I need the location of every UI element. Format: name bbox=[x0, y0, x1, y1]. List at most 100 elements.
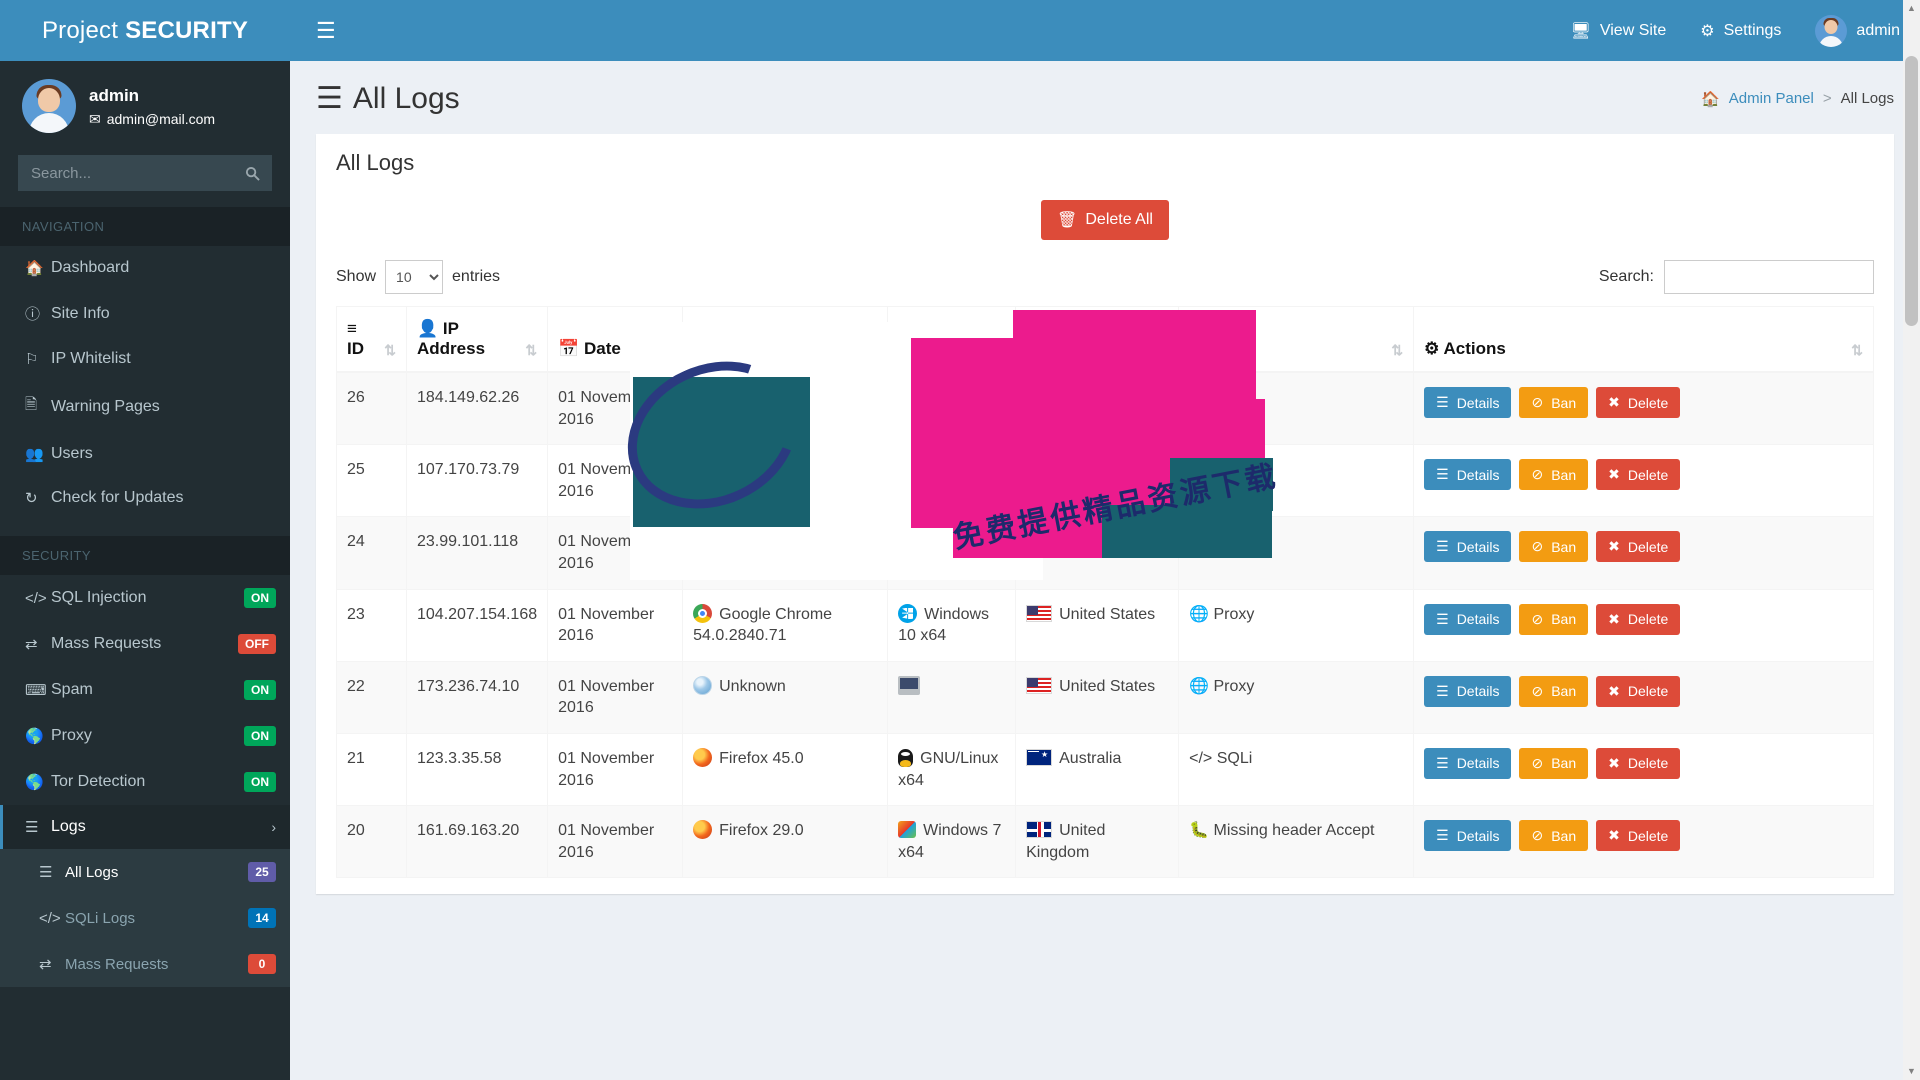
search-label: Search: bbox=[1598, 268, 1654, 285]
sidebar-item-label: Site Info bbox=[51, 304, 110, 322]
sort-icon: ⇅ bbox=[865, 342, 878, 358]
scrollbar-thumb[interactable] bbox=[1905, 56, 1918, 326]
column-header-date[interactable]: 📅 Date ⇅ bbox=[547, 306, 684, 373]
delete-button[interactable]: ✖ Delete bbox=[1596, 820, 1681, 852]
sidebar-item-sql-injection[interactable]: </> SQL Injection ON bbox=[0, 575, 290, 621]
column-label: ID bbox=[347, 339, 364, 358]
sidebar-item-sqli-logs[interactable]: </> SQLi Logs 14 bbox=[0, 895, 290, 941]
sidebar-item-mass-requests[interactable]: ⇄ Mass Requests OFF bbox=[0, 621, 290, 667]
sidebar-item-label: Check for Updates bbox=[51, 489, 184, 506]
sidebar-user-panel[interactable]: admin ✉ admin@mail.com bbox=[0, 61, 290, 147]
ban-button[interactable]: ⊘ Ban bbox=[1519, 387, 1589, 418]
details-button[interactable]: ☰ Details bbox=[1424, 747, 1512, 779]
pc-icon bbox=[898, 675, 921, 695]
brand-bold-text: SECURITY bbox=[125, 16, 249, 44]
column-label: Type bbox=[1215, 339, 1254, 358]
sort-icon: ⇅ bbox=[1391, 342, 1404, 358]
windows10-icon bbox=[898, 603, 918, 623]
type-label: Proxy bbox=[1213, 533, 1255, 551]
flag-us-icon bbox=[1026, 460, 1053, 478]
column-label: Browser bbox=[719, 339, 788, 358]
details-button[interactable]: ☰ Details bbox=[1424, 675, 1512, 707]
sidebar-item-users[interactable]: 👥 Users bbox=[0, 432, 290, 476]
country-label: United States bbox=[1059, 605, 1156, 623]
cell-id: 23 bbox=[336, 588, 407, 662]
column-header-id[interactable]: ≡ ID ⇅ bbox=[336, 306, 407, 373]
cell-ip: 161.69.163.20 bbox=[405, 805, 549, 879]
ban-button[interactable]: ⊘ Ban bbox=[1519, 820, 1589, 852]
cell-type: 🌐 Proxy bbox=[1178, 516, 1415, 590]
ban-button[interactable]: ⊘ Ban bbox=[1519, 603, 1589, 635]
brand-logo[interactable]: Project SECURITY bbox=[0, 0, 290, 61]
sidebar-item-proxy[interactable]: 🌎 Proxy ON bbox=[0, 713, 290, 759]
browser-label: Unknown bbox=[719, 677, 786, 695]
cell-browser: Google Chrome bbox=[682, 371, 889, 446]
delete-button[interactable]: ✖ Delete bbox=[1596, 531, 1681, 563]
sidebar-item-spam[interactable]: ⌨ Spam ON bbox=[0, 667, 290, 713]
view-site-button[interactable]: 🖥 View Site bbox=[1571, 21, 1667, 41]
table-row: 23 104.207.154.168 01 November 2016 Goog… bbox=[336, 588, 1874, 662]
column-header-type[interactable]: 💣 Type ⇅ bbox=[1178, 306, 1415, 373]
ban-button[interactable]: ⊘ Ban bbox=[1519, 747, 1589, 779]
scroll-down-arrow[interactable]: ▼ bbox=[1903, 1063, 1920, 1080]
cell-ip: 23.99.101.118 bbox=[405, 516, 549, 590]
sidebar-item-mass-requests-logs[interactable]: ⇄ Mass Requests 0 bbox=[0, 941, 290, 987]
page-length-select[interactable]: 10 25 50 100 bbox=[385, 260, 444, 294]
chrome-icon bbox=[693, 603, 713, 623]
breadcrumb-root[interactable]: Admin Panel bbox=[1729, 90, 1814, 107]
ban-icon: ⊘ bbox=[1531, 610, 1544, 627]
column-header-os[interactable]: 🖥 OS ⇅ bbox=[887, 306, 1017, 373]
ban-button[interactable]: ⊘ Ban bbox=[1519, 675, 1589, 707]
cell-type: 🐛 Missing header Accept bbox=[1178, 805, 1415, 879]
delete-all-button[interactable]: 🗑 Delete All bbox=[1041, 200, 1169, 240]
ban-icon: ⊘ bbox=[1531, 538, 1544, 555]
delete-button[interactable]: ✖ Delete bbox=[1596, 747, 1681, 779]
column-header-browser[interactable]: 🌎 Browser ⇅ bbox=[682, 306, 889, 373]
sidebar-item-dashboard[interactable]: 🏠 Dashboard bbox=[0, 246, 290, 290]
top-navbar: ☰ 🖥 View Site ⚙ Settings admin bbox=[290, 0, 1920, 61]
flag-uk-icon bbox=[1026, 821, 1053, 839]
details-button[interactable]: ☰ Details bbox=[1424, 387, 1512, 418]
column-header-country[interactable]: 🗺 Country ⇅ bbox=[1015, 306, 1180, 373]
scroll-up-arrow[interactable]: ▲ bbox=[1903, 0, 1920, 17]
ban-label: Ban bbox=[1551, 611, 1577, 628]
account-menu[interactable]: admin bbox=[1815, 14, 1900, 47]
ban-button[interactable]: ⊘ Ban bbox=[1519, 459, 1589, 491]
delete-button[interactable]: ✖ Delete bbox=[1596, 603, 1681, 635]
table-search-input[interactable] bbox=[1664, 260, 1874, 294]
details-button[interactable]: ☰ Details bbox=[1424, 820, 1512, 852]
cell-country: United States bbox=[1015, 660, 1180, 734]
cell-date: 01 November 2016 bbox=[547, 444, 684, 518]
browser-label: Firefox 29.0 bbox=[719, 822, 804, 840]
page-scrollbar[interactable]: ▲ ▼ bbox=[1903, 0, 1920, 1080]
country-label: Australia bbox=[1059, 749, 1122, 767]
ban-button[interactable]: ⊘ Ban bbox=[1519, 531, 1589, 563]
sidebar-item-tor-detection[interactable]: 🌎 Tor Detection ON bbox=[0, 759, 290, 805]
details-button[interactable]: ☰ Details bbox=[1424, 531, 1512, 563]
search-icon[interactable] bbox=[232, 155, 272, 191]
ban-label: Ban bbox=[1551, 538, 1577, 555]
settings-button[interactable]: ⚙ Settings bbox=[1700, 21, 1781, 41]
list-icon: ☰ bbox=[1436, 394, 1449, 410]
sidebar-item-warning-pages[interactable]: 🗎 Warning Pages bbox=[0, 381, 290, 432]
bars-icon[interactable]: ☰ bbox=[304, 12, 348, 50]
sidebar-item-all-logs[interactable]: ☰ All Logs 25 bbox=[0, 849, 290, 895]
ban-icon: ⊘ bbox=[1531, 682, 1544, 699]
details-button[interactable]: ☰ Details bbox=[1424, 459, 1512, 491]
sidebar-item-logs[interactable]: ☰ Logs › bbox=[0, 805, 290, 849]
windows7-icon bbox=[898, 821, 917, 839]
column-header-actions[interactable]: ⚙ Actions ⇅ bbox=[1413, 306, 1874, 373]
globe-icon: 🌎 bbox=[25, 728, 44, 745]
details-button[interactable]: ☰ Details bbox=[1424, 603, 1512, 635]
delete-button[interactable]: ✖ Delete bbox=[1596, 675, 1681, 707]
cell-os: Windows 10 x64 bbox=[887, 588, 1017, 662]
globe-icon bbox=[693, 675, 713, 695]
delete-button[interactable]: ✖ Delete bbox=[1596, 387, 1681, 418]
sidebar-item-check-for-updates[interactable]: ↻ Check for Updates bbox=[0, 476, 290, 520]
globe-icon: 🌎 bbox=[693, 339, 715, 358]
sidebar-item-ip-whitelist[interactable]: ⚐ IP Whitelist bbox=[0, 337, 290, 381]
column-header-ip-address[interactable]: 👤 IP Address ⇅ bbox=[405, 306, 549, 373]
delete-button[interactable]: ✖ Delete bbox=[1596, 459, 1681, 491]
breadcrumb-separator: > bbox=[1822, 90, 1832, 107]
sidebar-item-site-info[interactable]: ⓘ Site Info bbox=[0, 290, 290, 337]
